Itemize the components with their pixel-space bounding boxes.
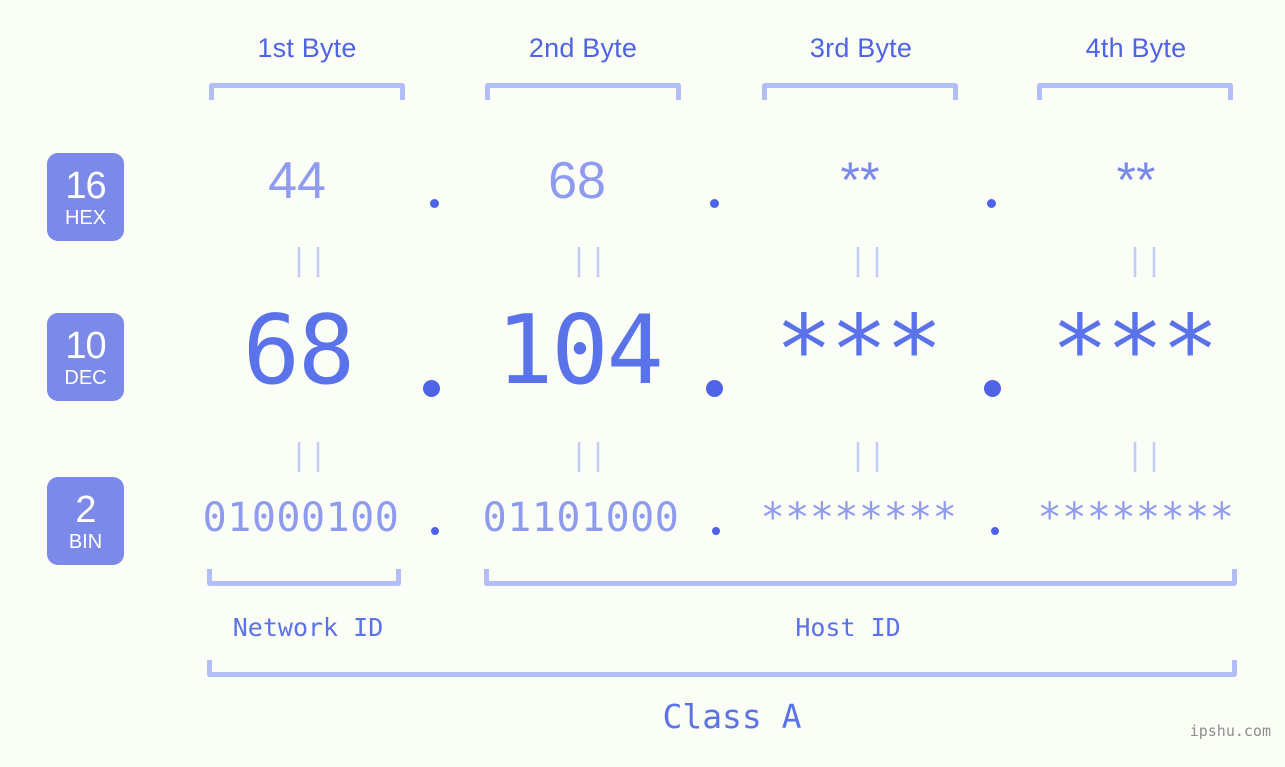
equals-dec-bin-1: ||	[290, 438, 329, 473]
byte-bracket-2	[485, 83, 681, 100]
hex-dot-3	[987, 199, 996, 208]
class-bracket	[207, 660, 1237, 677]
byte-bracket-4	[1037, 83, 1233, 100]
bin-byte-4: ********	[1037, 495, 1235, 541]
equals-dec-bin-4: ||	[1126, 438, 1165, 473]
host-id-label: Host ID	[795, 613, 901, 642]
byte-header-4: 4th Byte	[1085, 33, 1187, 63]
byte-header-1: 1st Byte	[257, 33, 357, 63]
dec-byte-1: 68	[242, 296, 355, 406]
bin-dot-2	[712, 527, 720, 535]
bin-dot-3	[991, 527, 999, 535]
bin-dot-1	[431, 527, 439, 535]
base-badge-hex-number: 16	[65, 164, 106, 207]
byte-header-3: 3rd Byte	[809, 33, 913, 63]
bin-byte-1: 01000100	[202, 495, 400, 541]
base-badge-dec-label: DEC	[64, 366, 107, 389]
hex-byte-1: 44	[268, 152, 326, 210]
base-badge-dec-number: 10	[65, 324, 106, 367]
dec-dot-1	[423, 380, 440, 397]
hex-dot-1	[430, 199, 439, 208]
dec-byte-4: ***	[1051, 296, 1219, 406]
dec-dot-2	[706, 380, 723, 397]
base-badge-bin-number: 2	[75, 488, 96, 531]
bin-byte-3: ********	[760, 495, 958, 541]
base-badge-hex-label: HEX	[64, 206, 107, 229]
byte-bracket-1	[209, 83, 405, 100]
base-badge-bin[interactable]: 2 BIN	[47, 477, 124, 565]
hex-byte-2: 68	[548, 152, 606, 210]
equals-hex-dec-2: ||	[570, 243, 609, 278]
byte-bracket-3	[762, 83, 958, 100]
equals-hex-dec-4: ||	[1126, 243, 1165, 278]
dec-dot-3	[984, 380, 1001, 397]
site-watermark: ipshu.com	[1189, 722, 1271, 740]
network-id-bracket	[207, 569, 401, 586]
hex-byte-3: **	[840, 152, 880, 208]
equals-dec-bin-3: ||	[849, 438, 888, 473]
class-label: Class A	[662, 697, 802, 736]
host-id-bracket	[484, 569, 1237, 586]
network-id-label: Network ID	[232, 613, 384, 642]
equals-hex-dec-1: ||	[290, 243, 329, 278]
base-badge-bin-label: BIN	[68, 530, 103, 553]
equals-dec-bin-2: ||	[570, 438, 609, 473]
byte-header-2: 2nd Byte	[528, 33, 638, 63]
base-badge-hex[interactable]: 16 HEX	[47, 153, 124, 241]
ip-byte-diagram: 1st Byte 2nd Byte 3rd Byte 4th Byte 16 H…	[0, 0, 1285, 767]
dec-byte-2: 104	[496, 296, 664, 406]
hex-dot-2	[710, 199, 719, 208]
hex-byte-4: **	[1116, 152, 1156, 208]
bin-byte-2: 01101000	[482, 495, 680, 541]
equals-hex-dec-3: ||	[849, 243, 888, 278]
base-badge-dec[interactable]: 10 DEC	[47, 313, 124, 401]
dec-byte-3: ***	[775, 296, 943, 406]
